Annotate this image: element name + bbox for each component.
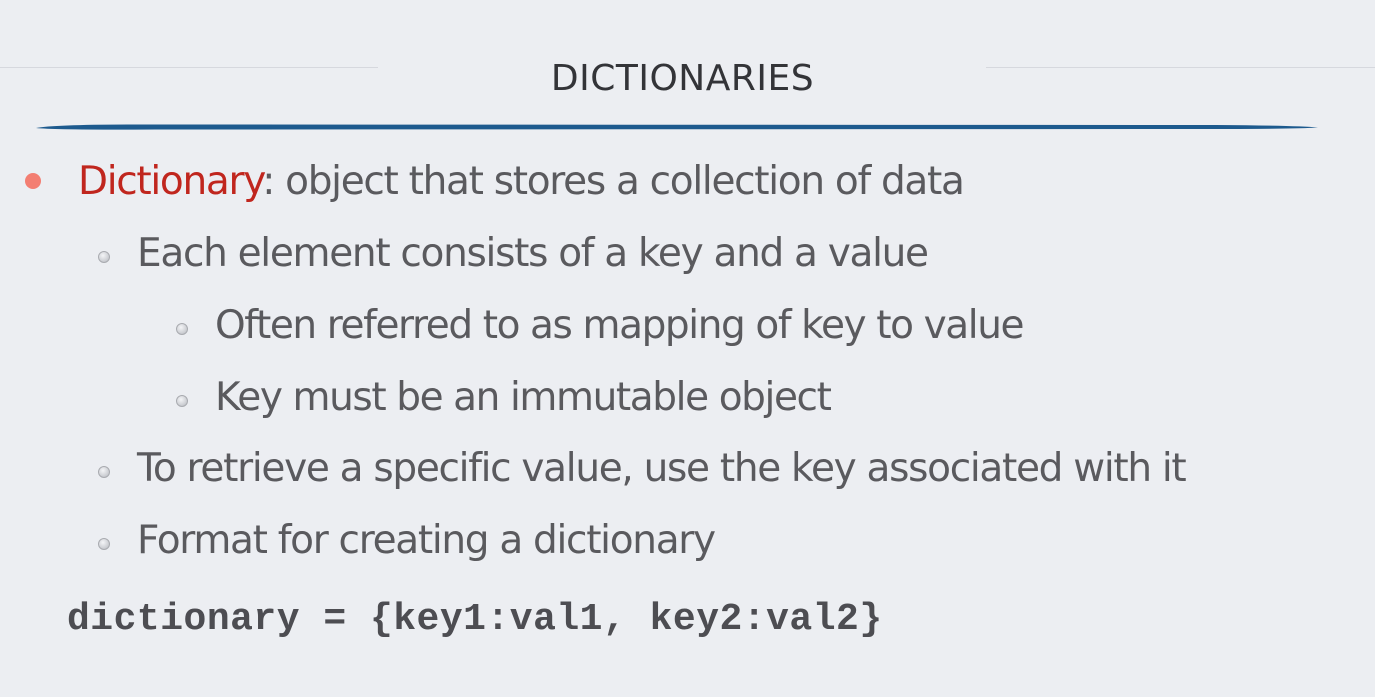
bullet-dot-sub	[98, 466, 110, 478]
bullet-format: Format for creating a dictionary	[137, 518, 716, 563]
bullet-dot-sub	[176, 395, 188, 407]
bullet-immutable: Key must be an immutable object	[215, 375, 832, 420]
slide-title: DICTIONARIES	[550, 58, 815, 99]
title-underline	[36, 124, 1318, 130]
bullet-dot-sub	[98, 538, 110, 550]
bullet-dot-main	[25, 173, 41, 189]
bullet-dictionary-definition: Dictionary: object that stores a collect…	[78, 158, 965, 206]
term-dictionary: Dictionary	[78, 159, 264, 204]
bullet-dot-sub	[98, 251, 110, 263]
bullet-key-value: Each element consists of a key and a val…	[137, 231, 929, 276]
bullet-mapping: Often referred to as mapping of key to v…	[215, 303, 1025, 348]
bullet-dot-sub	[176, 323, 188, 335]
bullet-text: : object that stores a collection of dat…	[262, 159, 965, 204]
code-example: dictionary = {key1:val1, key2:val2}	[67, 598, 883, 641]
bullet-retrieve: To retrieve a specific value, use the ke…	[137, 446, 1187, 491]
slide: DICTIONARIES Dictionary: object that sto…	[0, 0, 1375, 697]
